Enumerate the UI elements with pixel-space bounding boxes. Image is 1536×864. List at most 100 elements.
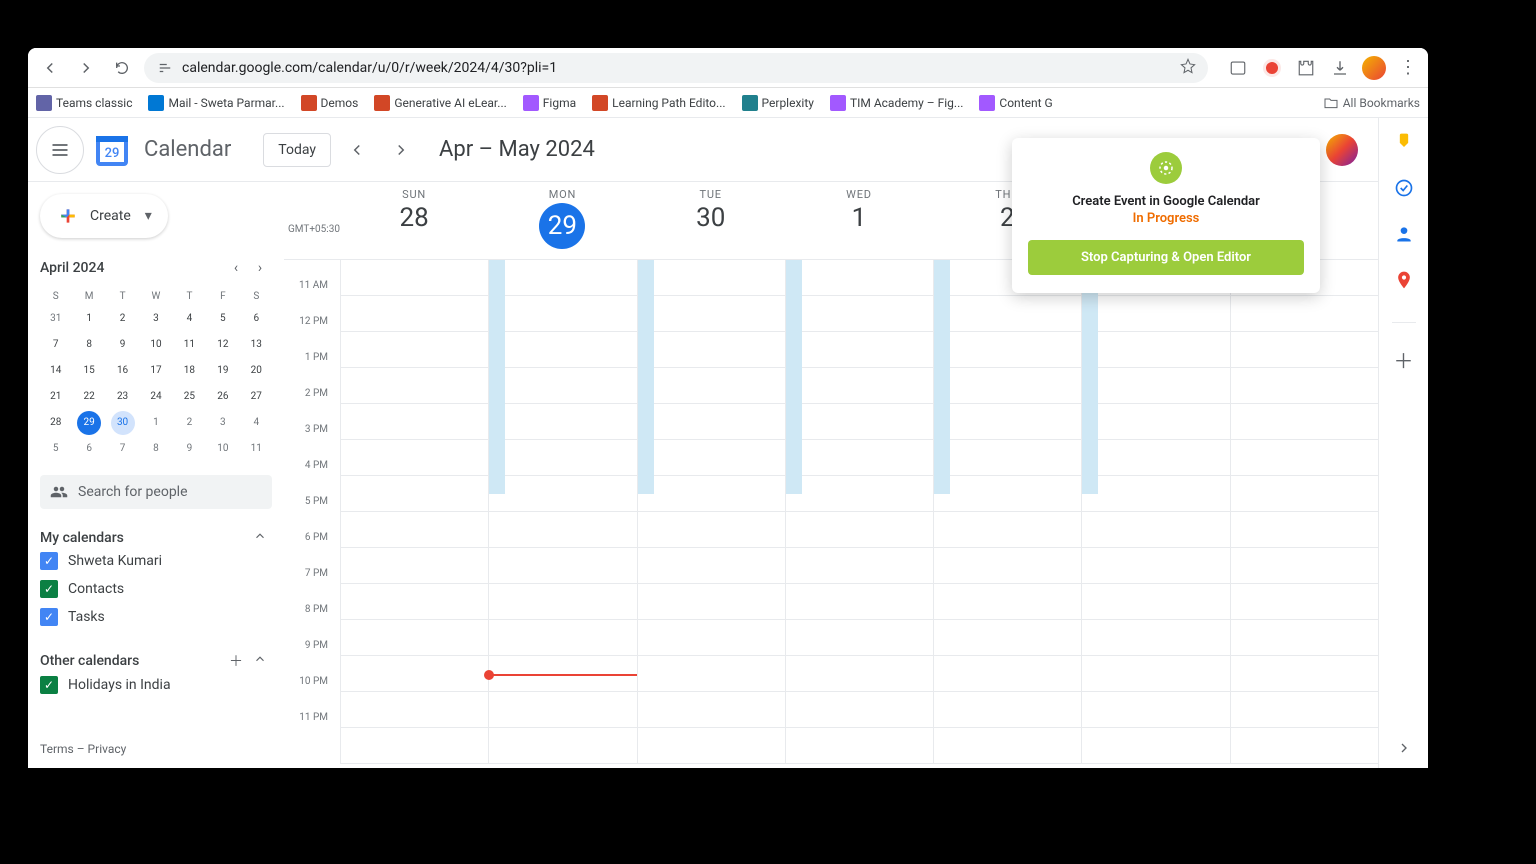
stop-capturing-button[interactable]: Stop Capturing & Open Editor xyxy=(1028,240,1304,275)
mini-cal-day[interactable]: 24 xyxy=(144,385,168,409)
nav-forward[interactable] xyxy=(72,54,100,82)
mini-cal-day[interactable]: 22 xyxy=(77,385,101,409)
extensions-icon[interactable] xyxy=(1294,56,1318,80)
mini-cal-day[interactable]: 7 xyxy=(111,437,135,461)
day-header[interactable]: WED1 xyxy=(785,182,933,259)
today-button[interactable]: Today xyxy=(263,133,331,167)
calendar-checkbox[interactable]: ✓ xyxy=(40,608,58,626)
add-addon-icon[interactable]: ＋ xyxy=(1394,349,1414,369)
bookmark-item[interactable]: TIM Academy – Fig... xyxy=(830,95,963,111)
account-avatar[interactable] xyxy=(1326,134,1358,166)
day-column[interactable] xyxy=(637,260,785,764)
mini-cal-day[interactable]: 6 xyxy=(244,307,268,331)
bookmark-item[interactable]: Figma xyxy=(523,95,576,111)
collapse-my-calendars[interactable] xyxy=(248,529,272,547)
mini-cal-day[interactable]: 26 xyxy=(211,385,235,409)
all-bookmarks[interactable]: All Bookmarks xyxy=(1323,95,1420,111)
main-menu-button[interactable] xyxy=(36,126,84,174)
nav-back[interactable] xyxy=(36,54,64,82)
calendar-checkbox[interactable]: ✓ xyxy=(40,580,58,598)
keep-icon[interactable] xyxy=(1394,132,1414,152)
chrome-menu-icon[interactable]: ⋮ xyxy=(1396,56,1420,80)
mini-cal-next[interactable]: › xyxy=(248,256,272,280)
day-column[interactable] xyxy=(785,260,933,764)
mini-cal-day[interactable]: 15 xyxy=(77,359,101,383)
day-column[interactable] xyxy=(1230,260,1378,764)
prev-week-button[interactable] xyxy=(341,134,373,166)
mini-cal-day[interactable]: 5 xyxy=(44,437,68,461)
mini-cal-day[interactable]: 7 xyxy=(44,333,68,357)
day-header[interactable]: MON29 xyxy=(488,182,636,259)
mini-cal-day[interactable]: 4 xyxy=(177,307,201,331)
mini-cal-day[interactable]: 25 xyxy=(177,385,201,409)
mini-cal-day[interactable]: 8 xyxy=(144,437,168,461)
calendar-item[interactable]: ✓Tasks xyxy=(40,603,272,631)
bookmark-item[interactable]: Content G xyxy=(979,95,1052,111)
mini-cal-day[interactable]: 27 xyxy=(244,385,268,409)
mini-cal-day[interactable]: 14 xyxy=(44,359,68,383)
day-column[interactable] xyxy=(340,260,488,764)
bookmark-item[interactable]: Demos xyxy=(301,95,359,111)
calendar-checkbox[interactable]: ✓ xyxy=(40,676,58,694)
mini-cal-day[interactable]: 28 xyxy=(44,411,68,435)
maps-icon[interactable] xyxy=(1394,270,1414,290)
next-week-button[interactable] xyxy=(385,134,417,166)
mini-cal-day[interactable]: 18 xyxy=(177,359,201,383)
mini-cal-day[interactable]: 13 xyxy=(244,333,268,357)
mini-cal-day[interactable]: 8 xyxy=(77,333,101,357)
bookmark-item[interactable]: Learning Path Edito... xyxy=(592,95,725,111)
mini-cal-day[interactable]: 29 xyxy=(77,411,101,435)
address-bar[interactable]: calendar.google.com/calendar/u/0/r/week/… xyxy=(144,53,1208,83)
calendar-item[interactable]: ✓Holidays in India xyxy=(40,671,272,699)
recording-icon[interactable] xyxy=(1260,56,1284,80)
mini-cal-day[interactable]: 17 xyxy=(144,359,168,383)
mini-cal-day[interactable]: 11 xyxy=(244,437,268,461)
mini-cal-day[interactable]: 12 xyxy=(211,333,235,357)
calendar-item[interactable]: ✓Contacts xyxy=(40,575,272,603)
downloads-icon[interactable] xyxy=(1328,56,1352,80)
mini-cal-day[interactable]: 10 xyxy=(144,333,168,357)
mini-cal-day[interactable]: 21 xyxy=(44,385,68,409)
panel-icon[interactable] xyxy=(1226,56,1250,80)
bookmark-item[interactable]: Mail - Sweta Parmar... xyxy=(148,95,284,111)
day-header[interactable]: SUN28 xyxy=(340,182,488,259)
day-column[interactable] xyxy=(1081,260,1229,764)
bookmark-item[interactable]: Teams classic xyxy=(36,95,132,111)
mini-cal-prev[interactable]: ‹ xyxy=(224,256,248,280)
day-header[interactable]: TUE30 xyxy=(637,182,785,259)
add-other-calendar[interactable]: ＋ xyxy=(224,651,248,671)
star-icon[interactable] xyxy=(1180,58,1196,78)
mini-cal-day[interactable]: 3 xyxy=(211,411,235,435)
terms-privacy[interactable]: Terms – Privacy xyxy=(40,738,272,760)
mini-cal-day[interactable]: 5 xyxy=(211,307,235,331)
collapse-other-calendars[interactable] xyxy=(248,652,272,670)
mini-cal-day[interactable]: 31 xyxy=(44,307,68,331)
mini-cal-day[interactable]: 1 xyxy=(144,411,168,435)
calendar-item[interactable]: ✓Shweta Kumari xyxy=(40,547,272,575)
mini-cal-day[interactable]: 4 xyxy=(244,411,268,435)
mini-cal-day[interactable]: 6 xyxy=(77,437,101,461)
site-settings-icon[interactable] xyxy=(156,59,174,77)
collapse-side-panel[interactable] xyxy=(1392,736,1416,760)
day-column[interactable] xyxy=(488,260,636,764)
day-column[interactable] xyxy=(933,260,1081,764)
mini-cal-day[interactable]: 1 xyxy=(77,307,101,331)
contacts-icon[interactable] xyxy=(1394,224,1414,244)
mini-cal-day[interactable]: 11 xyxy=(177,333,201,357)
bookmark-item[interactable]: Generative AI eLear... xyxy=(374,95,506,111)
mini-cal-day[interactable]: 20 xyxy=(244,359,268,383)
tasks-icon[interactable] xyxy=(1394,178,1414,198)
mini-cal-day[interactable]: 19 xyxy=(211,359,235,383)
mini-cal-day[interactable]: 3 xyxy=(144,307,168,331)
calendar-checkbox[interactable]: ✓ xyxy=(40,552,58,570)
mini-cal-day[interactable]: 2 xyxy=(177,411,201,435)
search-people-input[interactable]: Search for people xyxy=(40,475,272,509)
profile-avatar-small[interactable] xyxy=(1362,56,1386,80)
nav-reload[interactable] xyxy=(108,54,136,82)
mini-cal-day[interactable]: 9 xyxy=(111,333,135,357)
bookmark-item[interactable]: Perplexity xyxy=(742,95,814,111)
mini-cal-day[interactable]: 10 xyxy=(211,437,235,461)
mini-cal-day[interactable]: 16 xyxy=(111,359,135,383)
mini-cal-day[interactable]: 2 xyxy=(111,307,135,331)
create-button[interactable]: Create ▾ xyxy=(40,194,168,238)
